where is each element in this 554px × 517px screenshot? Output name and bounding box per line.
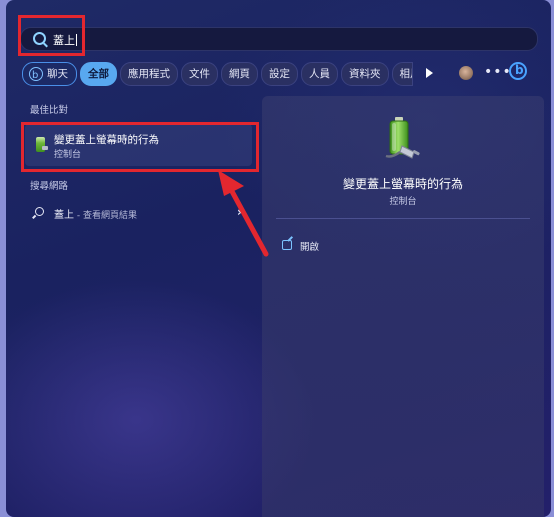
bing-logo-icon[interactable]: [509, 62, 527, 80]
web-search-result[interactable]: 蓋上 - 查看網頁結果 ›: [25, 202, 252, 224]
filter-bar: 聊天 全部 應用程式 文件 網頁 設定 人員 資料夾 相片: [22, 62, 413, 87]
divider: [276, 218, 530, 219]
battery-plug-icon: [385, 117, 420, 159]
search-highlight-box: [18, 15, 85, 56]
web-search-heading: 搜尋網路: [30, 181, 69, 192]
preview-title: 變更蓋上螢幕時的行為: [342, 177, 463, 191]
filter-apps-button[interactable]: 應用程式: [120, 62, 178, 86]
search-box[interactable]: 蓋上: [20, 27, 538, 51]
preview-subtitle: 控制台: [389, 197, 417, 207]
filter-label: 聊天: [47, 68, 68, 80]
result-highlight-box: [21, 122, 259, 172]
best-match-heading: 最佳比對: [30, 105, 69, 116]
bing-icon: [29, 65, 43, 87]
open-action-label: 開啟: [300, 242, 320, 253]
filter-folders-button[interactable]: 資料夾: [341, 62, 389, 86]
preview-pane: 變更蓋上螢幕時的行為 控制台 開啟: [262, 96, 544, 517]
filter-photos-button[interactable]: 相片: [391, 62, 413, 86]
more-icon[interactable]: •••: [484, 64, 512, 80]
filter-web-button[interactable]: 網頁: [221, 62, 258, 86]
web-result-text: 蓋上 - 查看網頁結果: [54, 210, 137, 221]
start-search-panel: 蓋上 聊天 全部 應用程式 文件 網頁 設定 人員 資料夾 相片 ••• 最佳比…: [6, 0, 551, 517]
open-external-icon: [282, 240, 292, 250]
search-icon: [35, 207, 44, 216]
filter-settings-button[interactable]: 設定: [261, 62, 298, 86]
filter-chat-button[interactable]: 聊天: [22, 62, 77, 87]
filter-documents-button[interactable]: 文件: [181, 62, 218, 86]
filter-people-button[interactable]: 人員: [301, 62, 338, 86]
scroll-filters-next-icon[interactable]: [426, 68, 433, 78]
avatar[interactable]: [459, 66, 473, 80]
filter-all-button[interactable]: 全部: [80, 62, 117, 86]
chevron-right-icon[interactable]: ›: [237, 205, 242, 219]
